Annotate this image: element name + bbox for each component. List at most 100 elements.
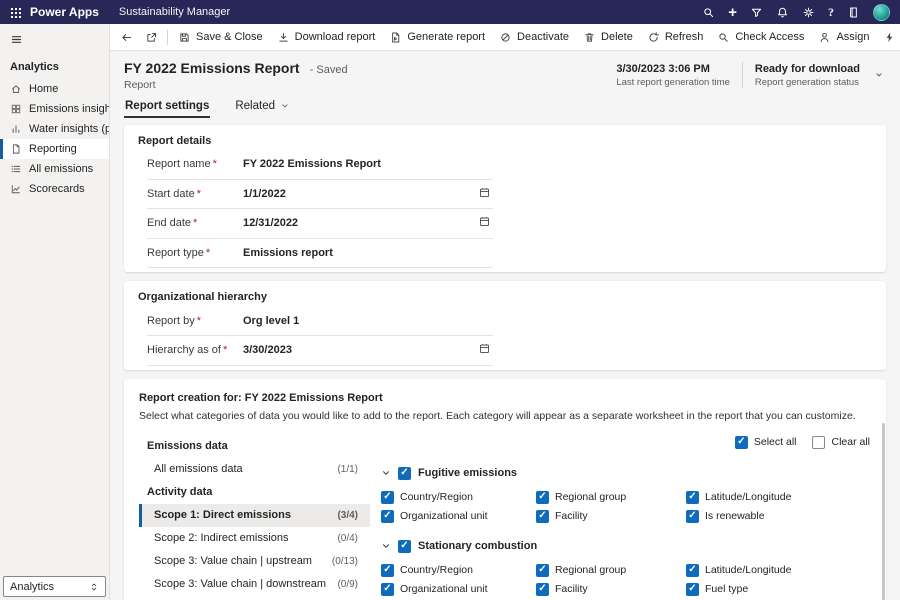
category-scope2[interactable]: Scope 2: Indirect emissions (0/4) — [139, 527, 370, 550]
entity-label: Report — [124, 79, 348, 91]
category-scope3-downstream[interactable]: Scope 3: Value chain | downstream (0/9) — [139, 573, 370, 596]
attribute-checkbox[interactable]: Organizational unit — [381, 510, 536, 523]
attribute-checkbox[interactable]: Regional group — [536, 564, 686, 577]
waffle-menu-button[interactable] — [0, 0, 30, 24]
add-button[interactable]: + — [728, 5, 737, 20]
report-details-card: Report details Report name* FY 2022 Emis… — [124, 125, 886, 272]
field-value[interactable]: FY 2022 Emissions Report — [243, 158, 493, 170]
attribute-checkbox[interactable]: Country/Region — [381, 491, 536, 504]
checkbox-label: Regional group — [555, 564, 626, 576]
field-value[interactable]: 1/1/2022 — [243, 188, 476, 200]
field-value[interactable]: 12/31/2022 — [243, 217, 476, 229]
sidebar-item-all-emissions[interactable]: All emissions — [0, 159, 109, 179]
attribute-checkbox[interactable]: Country/Region — [381, 564, 536, 577]
date-picker-button[interactable] — [476, 215, 493, 231]
sidebar-item-home[interactable]: Home — [0, 79, 109, 99]
attribute-checkbox[interactable]: Facility — [536, 510, 686, 523]
waffle-icon — [10, 7, 21, 18]
open-in-new-window-button[interactable] — [139, 26, 164, 48]
category-scope1[interactable]: Scope 1: Direct emissions (3/4) — [139, 504, 370, 527]
back-button[interactable] — [114, 26, 139, 48]
field-value[interactable]: Emissions report — [243, 247, 493, 259]
tab-label: Related — [235, 100, 275, 112]
header-collapse-button[interactable] — [872, 66, 886, 85]
checkbox-label: Country/Region — [400, 564, 473, 576]
command-label: Generate report — [407, 31, 485, 43]
dashboard-icon — [10, 103, 22, 115]
field-value[interactable]: 3/30/2023 — [243, 344, 476, 356]
settings-button[interactable] — [802, 6, 815, 19]
app-name[interactable]: Power Apps — [30, 5, 99, 19]
deactivate-button[interactable]: Deactivate — [492, 26, 576, 48]
search-button[interactable] — [702, 6, 715, 19]
category-group-label: Emissions data — [139, 435, 370, 458]
save-and-close-button[interactable]: Save & Close — [171, 26, 270, 48]
chevron-down-icon[interactable] — [381, 468, 391, 478]
category-count: (3/4) — [337, 510, 358, 521]
tab-report-settings[interactable]: Report settings — [124, 100, 210, 118]
assign-button[interactable]: Assign — [811, 26, 876, 48]
attribute-checkbox[interactable]: Regional group — [536, 491, 686, 504]
command-label: Refresh — [665, 31, 704, 43]
environment-name[interactable]: Sustainability Manager — [119, 6, 230, 18]
attribute-checkbox[interactable]: Organizational unit — [381, 583, 536, 596]
attribute-checkbox[interactable]: Fuel type — [686, 583, 878, 596]
attribute-panel: Select all Clear all Fugitive emissions — [370, 435, 878, 600]
search-icon — [702, 6, 715, 19]
sidebar-item-emissions-insights[interactable]: Emissions insights — [0, 99, 109, 119]
attribute-checkbox[interactable]: Latitude/Longitude — [686, 491, 878, 504]
section-checkbox[interactable] — [398, 540, 411, 553]
home-icon — [10, 83, 22, 95]
download-report-button[interactable]: Download report — [270, 26, 383, 48]
guide-button[interactable] — [847, 6, 860, 19]
section-stationary-combustion: Stationary combustion Country/Region Reg… — [380, 540, 878, 600]
app-window: Power Apps Sustainability Manager + ? — [0, 0, 900, 600]
select-all-checkbox[interactable]: Select all — [735, 436, 797, 449]
avatar[interactable] — [873, 4, 890, 21]
filter-button[interactable] — [750, 6, 763, 19]
sidebar-item-scorecards[interactable]: Scorecards — [0, 179, 109, 199]
field-value[interactable]: Org level 1 — [243, 315, 493, 327]
attribute-checkbox[interactable]: Latitude/Longitude — [686, 564, 878, 577]
plus-icon: + — [728, 5, 737, 20]
sidebar-item-label: Home — [29, 83, 58, 95]
generation-time-label: Last report generation time — [616, 77, 730, 88]
attribute-checkbox[interactable]: Facility — [536, 583, 686, 596]
chevron-down-icon[interactable] — [381, 541, 391, 551]
refresh-button[interactable]: Refresh — [640, 26, 711, 48]
panel-scrollbar[interactable] — [882, 423, 885, 600]
category-label: Scope 2: Indirect emissions — [154, 532, 289, 544]
command-label: Check Access — [735, 31, 804, 43]
attribute-checkbox[interactable]: Is renewable — [686, 510, 878, 523]
clear-all-checkbox[interactable]: Clear all — [812, 436, 870, 449]
sidebar-item-water-insights[interactable]: Water insights (previ… — [0, 119, 109, 139]
status-label: Report generation status — [755, 77, 860, 88]
checkbox-checked-icon — [381, 564, 394, 577]
category-scope3-upstream[interactable]: Scope 3: Value chain | upstream (0/13) — [139, 550, 370, 573]
category-group-label: Activity data — [139, 481, 370, 504]
date-picker-button[interactable] — [476, 342, 493, 358]
flow-button[interactable]: Flow — [876, 26, 900, 48]
delete-button[interactable]: Delete — [576, 26, 640, 48]
category-all-emissions-data[interactable]: All emissions data (1/1) — [139, 458, 370, 481]
chevron-down-icon — [280, 101, 290, 111]
section-checkbox[interactable] — [398, 467, 411, 480]
divider — [742, 62, 743, 88]
popout-icon — [145, 31, 158, 44]
tab-related[interactable]: Related — [234, 100, 291, 118]
topbar: Power Apps Sustainability Manager + ? — [0, 0, 900, 24]
field-report-type: Report type* Emissions report — [147, 239, 493, 269]
field-end-date: End date* 12/31/2022 — [147, 209, 493, 239]
check-access-button[interactable]: Check Access — [710, 26, 811, 48]
category-count: (1/1) — [337, 464, 358, 475]
notifications-button[interactable] — [776, 6, 789, 19]
help-button[interactable]: ? — [828, 6, 834, 18]
checkbox-label: Facility — [555, 583, 588, 595]
generation-time-value: 3/30/2023 3:06 PM — [616, 63, 730, 75]
sidebar-toggle-button[interactable] — [8, 31, 25, 51]
area-switcher[interactable]: Analytics — [3, 576, 106, 597]
date-picker-button[interactable] — [476, 186, 493, 202]
generate-report-button[interactable]: Generate report — [382, 26, 492, 48]
sidebar-item-reporting[interactable]: Reporting — [0, 139, 109, 159]
generate-report-icon — [389, 31, 402, 44]
